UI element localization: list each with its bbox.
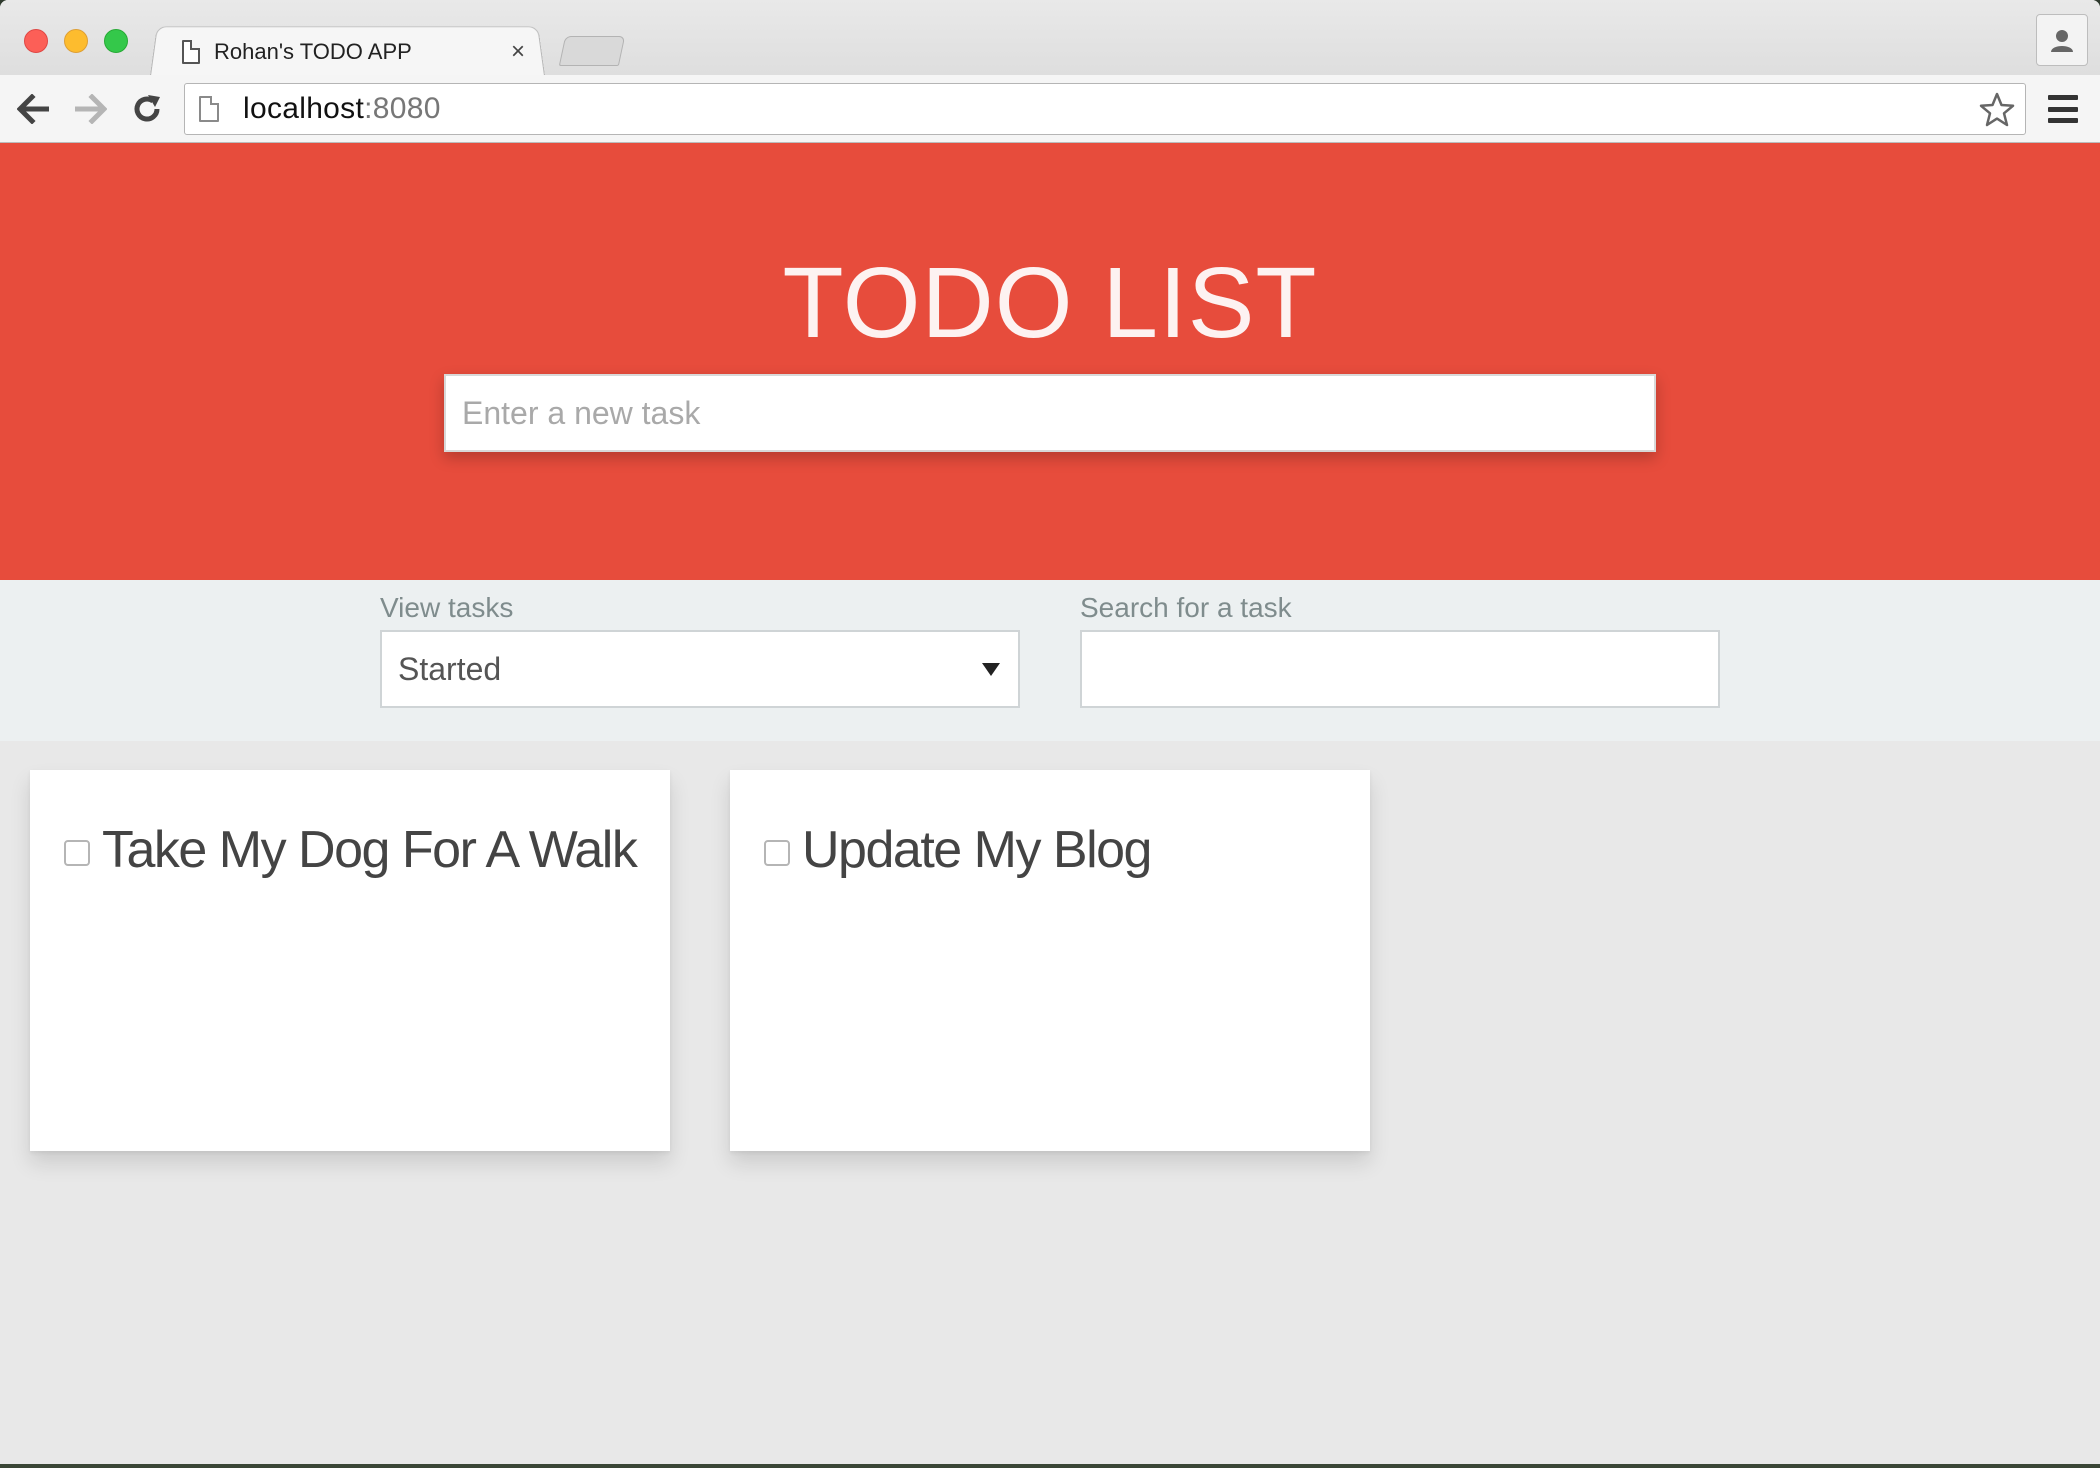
menu-icon[interactable] <box>2048 95 2078 123</box>
minimize-window-button[interactable] <box>64 29 88 53</box>
page-viewport: TODO LIST View tasks Started Search for … <box>0 143 2100 1464</box>
task-checkbox[interactable] <box>764 840 790 866</box>
browser-window: Rohan's TODO APP × localhost:8080 TODO L… <box>0 0 2100 1464</box>
tab-title: Rohan's TODO APP <box>214 39 412 64</box>
tab-close-icon[interactable]: × <box>504 38 532 66</box>
task-label: Update My Blog <box>802 821 1152 879</box>
back-button[interactable] <box>14 89 54 129</box>
desktop-edge <box>0 1464 2100 1468</box>
task-card: Update My Blog <box>730 770 1370 1151</box>
forward-button[interactable] <box>70 89 110 129</box>
task-label: Take My Dog For A Walk <box>102 821 638 879</box>
search-label: Search for a task <box>1080 592 1292 623</box>
url-host: localhost <box>243 92 365 125</box>
star-icon[interactable] <box>1977 90 2017 130</box>
profile-button[interactable] <box>2036 14 2088 66</box>
forward-arrow-icon <box>75 94 107 124</box>
view-tasks-select[interactable]: Started <box>380 630 1020 708</box>
url-text: localhost:8080 <box>243 92 441 126</box>
filter-bar: View tasks Started Search for a task <box>0 580 2100 741</box>
close-window-button[interactable] <box>24 29 48 53</box>
reload-button[interactable] <box>127 89 167 129</box>
chevron-down-icon <box>982 662 1000 676</box>
new-tab-button[interactable] <box>558 36 626 66</box>
reload-icon <box>134 95 160 122</box>
new-task-input[interactable] <box>444 374 1656 452</box>
task-checkbox[interactable] <box>64 840 90 866</box>
address-bar[interactable]: localhost:8080 <box>184 83 2026 135</box>
profile-icon <box>2051 30 2073 52</box>
browser-toolbar: localhost:8080 <box>0 75 2100 143</box>
view-tasks-selected-value: Started <box>398 650 502 687</box>
page-title: TODO LIST <box>782 247 1318 359</box>
page-icon <box>199 96 219 122</box>
maximize-window-button[interactable] <box>104 29 128 53</box>
title-bar: Rohan's TODO APP × <box>0 0 2100 77</box>
url-port: :8080 <box>364 92 441 125</box>
back-arrow-icon <box>17 94 49 124</box>
view-tasks-label: View tasks <box>380 592 514 623</box>
active-tab-content[interactable]: Rohan's TODO APP × <box>182 30 532 74</box>
header-banner: TODO LIST <box>0 143 2100 580</box>
page-icon <box>182 40 200 64</box>
search-input[interactable] <box>1080 630 1720 708</box>
task-card: Take My Dog For A Walk <box>30 770 670 1151</box>
